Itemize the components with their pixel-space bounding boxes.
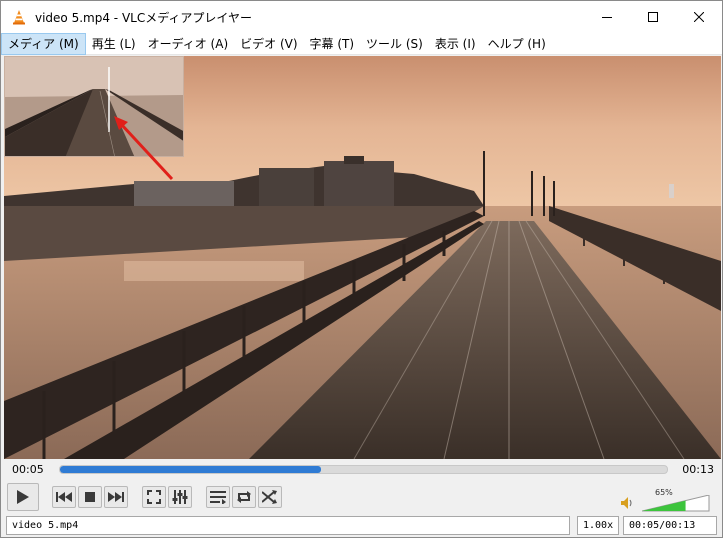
loop-button[interactable] (232, 486, 256, 508)
next-button[interactable] (104, 486, 128, 508)
minimize-button[interactable] (584, 1, 630, 33)
menu-playback[interactable]: 再生 (L) (86, 33, 142, 55)
extended-settings-button[interactable] (168, 486, 192, 508)
status-filename: video 5.mp4 (6, 516, 570, 535)
loop-icon (237, 491, 251, 503)
menu-media[interactable]: メディア (M) (1, 32, 86, 55)
volume-slider[interactable] (642, 495, 710, 512)
playlist-button[interactable] (206, 486, 230, 508)
window-title: video 5.mp4 - VLCメディアプレイヤー (35, 10, 253, 25)
seek-row: 00:05 00:13 (1, 460, 722, 480)
title-bar: video 5.mp4 - VLCメディアプレイヤー (1, 1, 722, 33)
maximize-icon (648, 12, 658, 22)
close-button[interactable] (676, 1, 722, 33)
controls-bar: 65% (1, 480, 722, 514)
total-time: 00:13 (682, 463, 714, 476)
menu-subtitle[interactable]: 字幕 (T) (304, 33, 361, 55)
shuffle-button[interactable] (258, 486, 282, 508)
close-icon (694, 12, 704, 22)
vlc-cone-icon (13, 10, 25, 25)
previous-icon (56, 492, 72, 502)
seek-bar-fill (60, 466, 321, 473)
speaker-icon[interactable] (621, 497, 633, 509)
seek-bar[interactable] (59, 465, 668, 474)
minimize-icon (602, 17, 612, 18)
play-icon (17, 490, 29, 504)
next-icon (108, 492, 124, 502)
menu-audio[interactable]: オーディオ (A) (142, 33, 235, 55)
shuffle-icon (262, 490, 277, 504)
fullscreen-icon (147, 490, 161, 504)
fullscreen-button[interactable] (142, 486, 166, 508)
menu-help[interactable]: ヘルプ (H) (482, 33, 552, 55)
status-bar: video 5.mp4 1.00x 00:05/00:13 (1, 515, 722, 537)
play-button[interactable] (7, 483, 39, 511)
video-frame[interactable] (4, 56, 721, 459)
menu-view[interactable]: 表示 (I) (429, 33, 482, 55)
previous-button[interactable] (52, 486, 76, 508)
vlc-window: video 5.mp4 - VLCメディアプレイヤー メディア (M) 再生 (… (0, 0, 723, 538)
stop-button[interactable] (78, 486, 102, 508)
extended-settings-icon (172, 490, 188, 504)
maximize-button[interactable] (630, 1, 676, 33)
stop-icon (85, 492, 95, 502)
annotation-arrow-icon (114, 116, 174, 181)
elapsed-time: 00:05 (12, 463, 44, 476)
status-time[interactable]: 00:05/00:13 (623, 516, 717, 535)
menu-bar: メディア (M) 再生 (L) オーディオ (A) ビデオ (V) 字幕 (T)… (1, 32, 722, 55)
menu-tools[interactable]: ツール (S) (360, 33, 429, 55)
playlist-icon (210, 491, 226, 504)
menu-video[interactable]: ビデオ (V) (234, 33, 303, 55)
status-speed[interactable]: 1.00x (577, 516, 619, 535)
